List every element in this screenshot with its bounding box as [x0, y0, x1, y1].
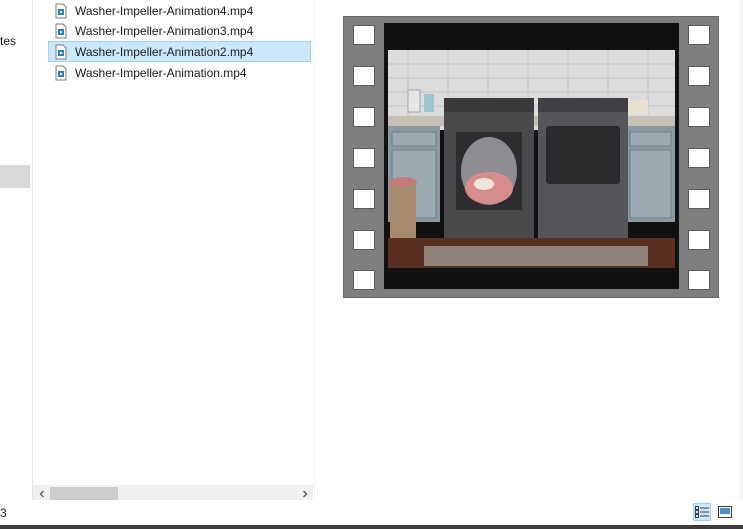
nav-item-label[interactable]: tes [0, 34, 16, 48]
large-icons-view-button[interactable] [716, 503, 734, 521]
chevron-right-icon [302, 490, 307, 497]
file-row[interactable]: Washer-Impeller-Animation4.mp4 [48, 0, 311, 21]
film-sprocket [688, 25, 710, 45]
film-sprocket [353, 148, 375, 168]
video-file-icon [55, 3, 67, 18]
chevron-left-icon [39, 490, 44, 497]
details-view-button[interactable] [693, 503, 711, 521]
film-sprocket [688, 230, 710, 250]
file-name: Washer-Impeller-Animation4.mp4 [75, 3, 254, 18]
preview-pane [315, 0, 743, 500]
film-sprocket [353, 25, 375, 45]
file-row[interactable]: Washer-Impeller-Animation.mp4 [48, 62, 311, 83]
file-row-selected[interactable]: Washer-Impeller-Animation2.mp4 [48, 41, 311, 62]
film-sprocket [353, 230, 375, 250]
item-count-label: 3 [0, 506, 7, 520]
file-row[interactable]: Washer-Impeller-Animation3.mp4 [48, 20, 311, 41]
nav-item-selected[interactable] [0, 165, 30, 188]
scroll-thumb[interactable] [50, 487, 118, 500]
video-thumbnail [343, 16, 719, 298]
film-sprocket [688, 270, 710, 290]
film-sprocket [353, 189, 375, 209]
film-sprocket [353, 107, 375, 127]
video-file-icon [55, 23, 67, 38]
window-bottom-border [0, 525, 743, 529]
details-view-icon [695, 506, 709, 518]
film-sprocket [688, 107, 710, 127]
film-sprocket [688, 148, 710, 168]
video-frame-image [388, 50, 675, 268]
file-list: Washer-Impeller-Animation4.mp4 Washer-Im… [33, 0, 313, 485]
file-name: Washer-Impeller-Animation3.mp4 [75, 23, 254, 38]
film-sprocket [353, 270, 375, 290]
film-sprocket [688, 189, 710, 209]
file-name: Washer-Impeller-Animation.mp4 [75, 65, 247, 80]
navigation-pane: tes [0, 0, 30, 500]
film-sprocket [353, 66, 375, 86]
film-sprocket [688, 66, 710, 86]
video-file-icon [55, 44, 67, 59]
large-icons-view-icon [718, 506, 732, 518]
file-name: Washer-Impeller-Animation2.mp4 [75, 44, 254, 59]
status-bar: 3 [0, 500, 743, 525]
video-file-icon [55, 65, 67, 80]
